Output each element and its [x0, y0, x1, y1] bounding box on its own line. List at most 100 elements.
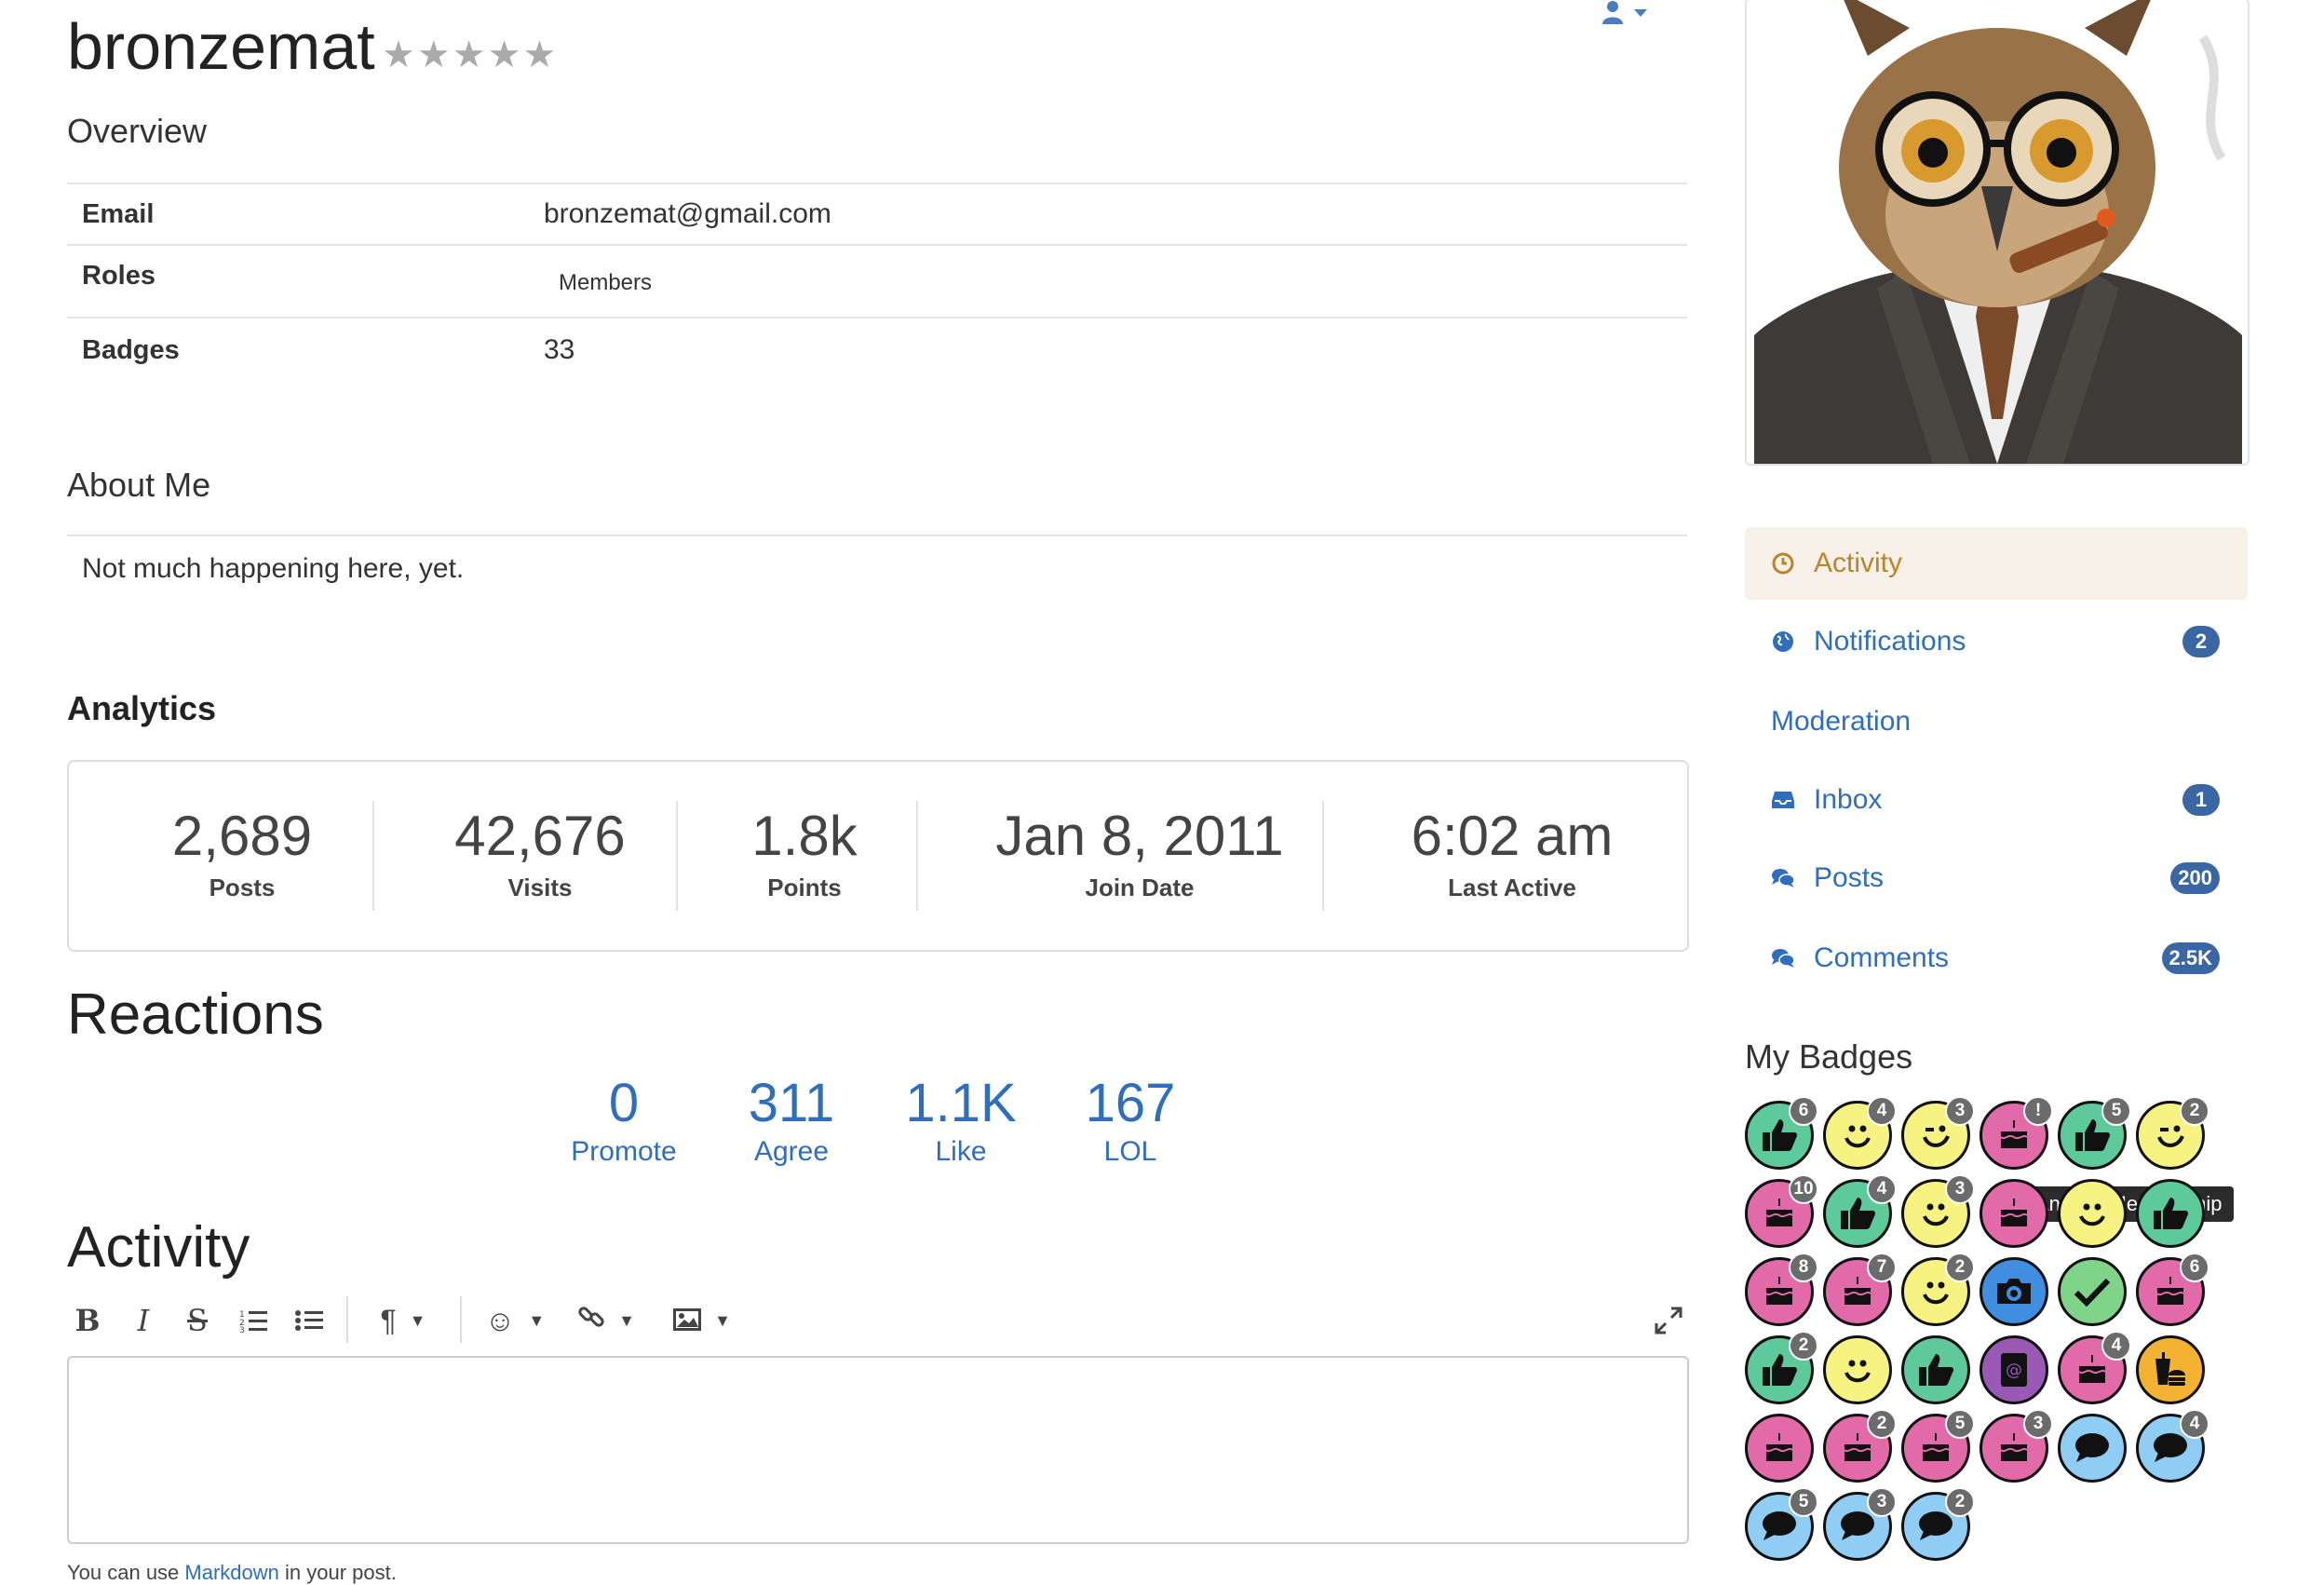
cake-badge[interactable]: 5 — [1901, 1409, 1975, 1483]
smile-icon — [2074, 1195, 2111, 1232]
address-icon: @ — [1999, 1351, 2029, 1389]
check-icon — [2074, 1276, 2111, 1307]
thumb-badge[interactable]: 5 — [2058, 1096, 2131, 1170]
nav-comments[interactable]: Comments 2.5K — [1745, 922, 2248, 995]
cake-icon — [1997, 1118, 2031, 1152]
nav-notifications[interactable]: Notifications 2 — [1745, 605, 2248, 678]
smile-badge[interactable] — [1823, 1335, 1892, 1404]
wink-badge[interactable]: 3 — [1901, 1096, 1975, 1170]
camera-badge[interactable] — [1979, 1257, 2048, 1326]
smile-badge[interactable]: 2 — [1901, 1253, 1975, 1326]
stat-label: Last Active — [1448, 874, 1576, 901]
cake-badge[interactable] — [1745, 1414, 1814, 1483]
nav-activity[interactable]: Activity — [1745, 527, 2248, 600]
fullscreen-icon[interactable] — [1652, 1300, 1685, 1341]
italic-icon[interactable]: I — [127, 1300, 160, 1341]
cake-badge[interactable]: 8 — [1745, 1253, 1818, 1326]
role-tag[interactable]: Members — [559, 270, 652, 296]
cake-badge[interactable]: 7 — [1823, 1253, 1897, 1326]
chat-badge[interactable]: 5 — [1745, 1487, 1818, 1561]
thumb-badge[interactable] — [1901, 1335, 1970, 1404]
thumb-badge[interactable] — [2136, 1179, 2205, 1248]
cake-badge[interactable] — [1979, 1179, 2048, 1248]
image-dropdown[interactable]: ▼ — [667, 1300, 737, 1341]
paragraph-format-dropdown[interactable]: ¶ ▼ — [371, 1300, 436, 1341]
reaction-lol[interactable]: 167 LOL — [1065, 1071, 1196, 1168]
caret-down-icon: ▼ — [618, 1310, 635, 1330]
reaction-agree[interactable]: 311 Agree — [726, 1071, 857, 1168]
cake-badge[interactable]: 4 — [2058, 1331, 2131, 1404]
bullet-list-icon[interactable] — [292, 1300, 326, 1341]
stat-posts: 2,689 Posts — [130, 805, 354, 902]
thumb-badge[interactable]: 2 — [1745, 1331, 1818, 1404]
badge-count: 5 — [1789, 1487, 1818, 1517]
badge-count: 5 — [2101, 1096, 2131, 1126]
about-text: Not much happening here, yet. — [82, 553, 465, 584]
stat-label: Posts — [209, 874, 276, 901]
thumb-icon — [1761, 1352, 1798, 1388]
avatar[interactable] — [1745, 0, 2250, 466]
thumb-icon — [2074, 1118, 2111, 1153]
thumb-badge[interactable]: 6 — [1745, 1096, 1818, 1170]
divider — [460, 1296, 462, 1343]
reaction-like[interactable]: 1.1K Like — [896, 1071, 1026, 1168]
divider — [676, 801, 678, 911]
cake-badge[interactable]: 10 — [1745, 1174, 1818, 1248]
badge-count: 6 — [1789, 1096, 1818, 1126]
nav-label: Notifications — [1814, 626, 1966, 657]
cake-badge[interactable]: ! — [1979, 1096, 2053, 1170]
chat-badge[interactable]: 4 — [2136, 1409, 2209, 1483]
cake-icon — [1763, 1275, 1796, 1308]
cake-badge[interactable]: 6 — [2136, 1253, 2209, 1326]
reaction-count: 167 — [1085, 1073, 1176, 1133]
thumb-icon — [2152, 1196, 2189, 1231]
cake-icon — [2075, 1353, 2109, 1387]
badge-count: 4 — [1867, 1096, 1897, 1126]
chat-badge[interactable]: 2 — [1901, 1487, 1975, 1561]
chat-badge[interactable] — [2058, 1414, 2127, 1483]
nav-inbox[interactable]: Inbox 1 — [1745, 764, 2248, 836]
thumb-icon — [1761, 1118, 1798, 1153]
smile-badge[interactable] — [2058, 1179, 2127, 1248]
chat-badge[interactable]: 3 — [1823, 1487, 1897, 1561]
ordered-list-icon[interactable]: 123 — [236, 1300, 270, 1341]
badge-count: 6 — [2180, 1253, 2209, 1282]
emoji-dropdown[interactable]: ☺ ▼ — [482, 1300, 547, 1341]
markdown-link[interactable]: Markdown — [184, 1561, 278, 1584]
reaction-count: 311 — [748, 1073, 835, 1133]
check-badge[interactable] — [2058, 1257, 2127, 1326]
badge-count: 3 — [1867, 1487, 1897, 1517]
food-badge[interactable] — [2136, 1335, 2205, 1404]
wink-badge[interactable]: 2 — [2136, 1096, 2209, 1170]
caret-down-icon: ▼ — [528, 1310, 546, 1330]
cake-badge[interactable]: 2 — [1823, 1409, 1897, 1483]
stat-last-active: 6:02 am Last Active — [1354, 805, 1670, 902]
stat-value: 2,689 — [171, 805, 313, 867]
user-options-dropdown[interactable] — [1601, 0, 1648, 28]
about-heading: About Me — [67, 466, 211, 504]
stat-value: Jan 8, 2011 — [995, 805, 1284, 867]
reaction-label: Like — [935, 1136, 987, 1167]
smile-badge[interactable]: 4 — [1823, 1096, 1897, 1170]
email-value: bronzemat@gmail.com — [544, 198, 831, 229]
bold-icon[interactable]: B — [71, 1300, 104, 1341]
thumb-badge[interactable]: 4 — [1823, 1174, 1897, 1248]
comments-count-badge: 2.5K — [2161, 942, 2220, 974]
reaction-promote[interactable]: 0 Promote — [559, 1071, 689, 1168]
caret-down-icon: ▼ — [714, 1310, 731, 1330]
nav-posts[interactable]: Posts 200 — [1745, 842, 2248, 914]
comment-editor[interactable] — [67, 1356, 1689, 1544]
divider — [1322, 801, 1324, 911]
smile-badge[interactable]: 3 — [1901, 1174, 1975, 1248]
nav-moderation[interactable]: Moderation — [1745, 685, 2248, 758]
link-dropdown[interactable]: ▼ — [574, 1300, 639, 1341]
cake-badge[interactable]: 3 — [1979, 1409, 2053, 1483]
strikethrough-icon[interactable]: S — [181, 1300, 214, 1341]
badges-count-value: 33 — [544, 334, 575, 365]
badge-count: 2 — [1867, 1409, 1897, 1439]
overview-label: Badges — [82, 334, 180, 365]
badge-count: 4 — [2101, 1331, 2131, 1361]
address-badge[interactable]: @ — [1979, 1335, 2048, 1404]
wink-icon — [1917, 1117, 1954, 1154]
overview-label: Roles — [82, 261, 155, 291]
